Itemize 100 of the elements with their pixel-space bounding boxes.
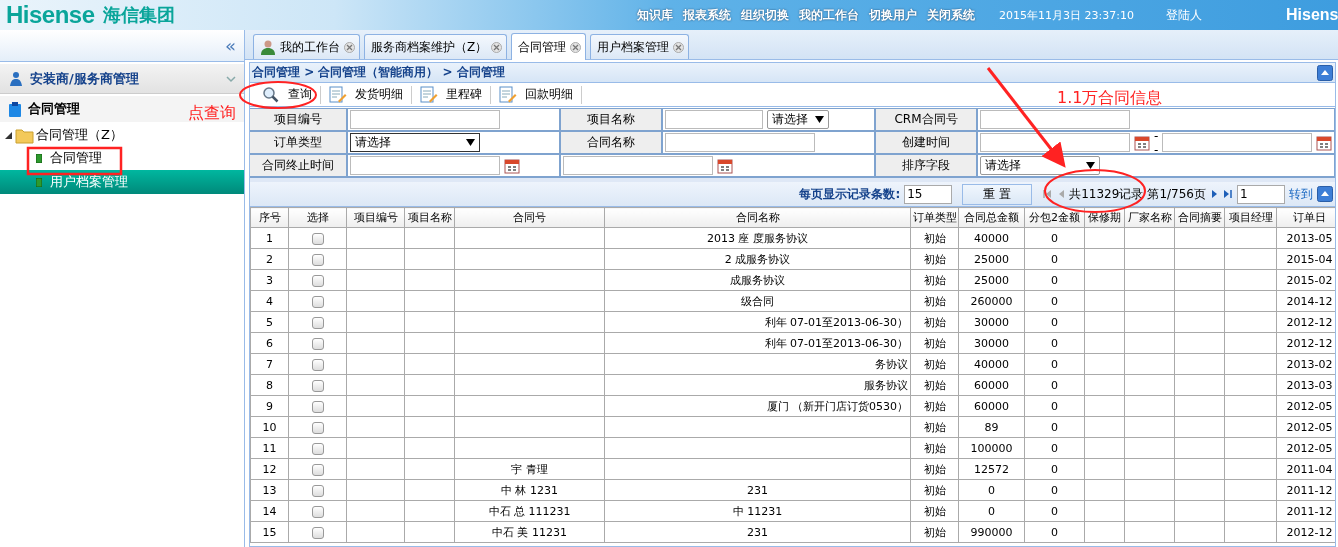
table-cell: 12572 <box>958 458 1025 480</box>
column-header: 项目经理 <box>1224 207 1277 228</box>
select-field[interactable]: 请选择 <box>350 133 480 152</box>
table-cell: 60000 <box>958 374 1025 396</box>
row-checkbox[interactable] <box>311 274 324 287</box>
accordion-header[interactable]: 安装商/服务商管理 <box>0 64 244 94</box>
row-checkbox[interactable] <box>311 400 324 413</box>
page-indicator: 第1/756页 <box>1147 185 1206 203</box>
table-cell: 7 <box>250 353 289 375</box>
table-cell: 0 <box>958 479 1025 501</box>
table-cell: 初始 <box>910 416 959 438</box>
close-icon[interactable] <box>491 41 503 53</box>
collapse-icon[interactable] <box>1317 64 1333 81</box>
table-cell: 初始 <box>910 311 959 333</box>
table-cell: 9 <box>250 395 289 417</box>
expand-icon[interactable] <box>226 74 236 83</box>
row-checkbox[interactable] <box>311 526 324 539</box>
previous-page-icon[interactable] <box>1057 188 1066 200</box>
close-icon[interactable] <box>673 41 685 53</box>
date-field[interactable] <box>563 156 713 175</box>
calendar-icon[interactable] <box>1316 134 1333 151</box>
table-cell: 0 <box>1024 500 1085 522</box>
reset-button[interactable]: 重 置 <box>962 183 1033 205</box>
row-checkbox[interactable] <box>311 442 324 455</box>
tab[interactable]: 用户档案管理 <box>590 34 690 59</box>
first-page-icon[interactable] <box>1042 188 1054 200</box>
input-field[interactable] <box>665 110 763 129</box>
collapse-icon[interactable] <box>1317 186 1333 202</box>
table-cell: 初始 <box>910 437 959 459</box>
toolbar-button[interactable]: 回款明细 <box>491 85 582 104</box>
row-checkbox[interactable] <box>311 295 324 308</box>
row-checkbox[interactable] <box>311 358 324 371</box>
select-field[interactable]: 请选择 <box>767 110 829 129</box>
input-field[interactable] <box>665 133 815 152</box>
table-cell: 3 <box>250 269 289 291</box>
table-cell: 14 <box>250 500 289 522</box>
tab[interactable]: 合同管理 <box>511 33 587 60</box>
table-cell: 40000 <box>958 227 1025 249</box>
table-cell: 初始 <box>910 353 959 375</box>
date-field[interactable] <box>1162 133 1313 152</box>
tree-item[interactable]: 合同管理 <box>0 146 244 170</box>
tab[interactable]: 服务商档案维护（Z） <box>364 34 508 59</box>
collapse-button[interactable]: « <box>225 35 236 56</box>
row-checkbox[interactable] <box>311 316 324 329</box>
accordion-label: 安装商/服务商管理 <box>30 69 139 88</box>
table-cell: 中 11231 <box>604 500 911 522</box>
table-cell: 2013 座 度服务协议 <box>604 227 911 249</box>
calendar-icon[interactable] <box>504 157 520 174</box>
row-checkbox[interactable] <box>311 253 324 266</box>
input-field[interactable] <box>350 110 500 129</box>
table-cell: 10 <box>250 416 289 438</box>
select-field[interactable]: 请选择 <box>980 156 1100 175</box>
column-header: 合同名称 <box>604 207 911 228</box>
date-field[interactable] <box>350 156 500 175</box>
row-checkbox[interactable] <box>311 463 324 476</box>
table-cell: 中石 总 111231 <box>454 500 605 522</box>
row-checkbox[interactable] <box>311 421 324 434</box>
table-cell: 15 <box>250 521 289 543</box>
row-checkbox[interactable] <box>311 232 324 245</box>
toolbar-button[interactable]: 查询 <box>254 85 321 104</box>
table-cell: 0 <box>1024 227 1085 249</box>
table-cell: 30000 <box>958 311 1025 333</box>
next-page-icon[interactable] <box>1210 188 1218 200</box>
close-icon[interactable] <box>570 41 582 53</box>
row-checkbox[interactable] <box>311 337 324 350</box>
input-field[interactable] <box>980 110 1130 129</box>
table-cell: 初始 <box>910 227 959 249</box>
brand-name: 海信集团 <box>102 3 175 27</box>
folder-icon <box>15 126 34 144</box>
calendar-icon[interactable] <box>1134 134 1150 151</box>
last-page-icon[interactable] <box>1222 188 1233 200</box>
table-cell: 0 <box>1024 332 1085 354</box>
table-cell: 100000 <box>958 437 1025 459</box>
page-size-field[interactable]: 15 <box>904 184 953 204</box>
edit-icon <box>420 85 438 104</box>
table-cell: 服务协议 <box>604 374 911 396</box>
close-icon[interactable] <box>344 41 355 53</box>
edit-icon <box>499 85 517 104</box>
date-field[interactable] <box>980 133 1130 152</box>
user-label: 登陆人 <box>1166 6 1203 24</box>
row-checkbox[interactable] <box>311 505 324 518</box>
column-header: 项目编号 <box>346 207 405 228</box>
breadcrumb: 合同管理 > 合同管理（智能商用） > 合同管理 <box>252 64 505 81</box>
column-header: 项目名称 <box>404 207 455 228</box>
table-cell: 初始 <box>910 395 959 417</box>
table-cell: 0 <box>1024 521 1085 543</box>
table-cell: 初始 <box>910 248 959 270</box>
page-number-field[interactable]: 1 <box>1237 184 1285 204</box>
toolbar-button[interactable]: 发货明细 <box>321 85 412 104</box>
field-label: 合同终止时间 <box>262 157 334 174</box>
row-checkbox[interactable] <box>311 379 324 392</box>
tab[interactable]: 我的工作台 <box>253 34 360 59</box>
table-cell: 0 <box>1024 248 1085 270</box>
table-cell: 0 <box>1024 290 1085 312</box>
toolbar-button[interactable]: 里程碑 <box>412 85 491 104</box>
tree-node[interactable]: 合同管理（Z） <box>36 126 123 144</box>
row-checkbox[interactable] <box>311 484 324 497</box>
go-link[interactable]: 转到 <box>1289 185 1313 203</box>
calendar-icon[interactable] <box>717 157 733 174</box>
collapse-icon[interactable] <box>4 130 13 140</box>
